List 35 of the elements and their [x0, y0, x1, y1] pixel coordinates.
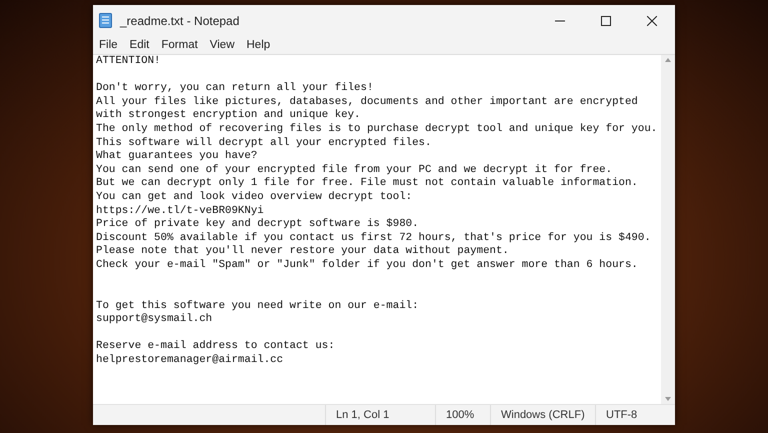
- status-text: UTF-8: [595, 405, 675, 425]
- status-text: Windows (CRLF): [490, 405, 595, 425]
- text-line: To get this software you need write on our e-mail:: [96, 300, 420, 313]
- close-icon: [647, 16, 657, 26]
- text-line: The only method of recovering files is to purchase decrypt tool and unique key for you.: [96, 122, 658, 137]
- text-line: helprestoremanager@airmail.cc: [96, 354, 284, 368]
- menu-item[interactable]: View: [204, 36, 240, 54]
- menu-item[interactable]: Format: [155, 36, 204, 54]
- text-line: Check your e-mail "Spam" or "Junk" folder if you don't get answer more than 6 hours.: [96, 258, 639, 272]
- text-line: with strongest encryption and unique key.: [96, 109, 362, 123]
- text-line: All your files like pictures, databases, documents and other important are encrypted: [96, 96, 639, 109]
- text-line: But we can decrypt only 1 file for free. File must not contain valuable information.: [96, 177, 639, 191]
- scroll-up-icon[interactable]: [665, 58, 671, 62]
- menu-item[interactable]: File: [93, 36, 124, 54]
- text-line: Reserve e-mail address to contact us:: [96, 340, 336, 354]
- window-title: _readme.txt - Notepad: [120, 12, 240, 30]
- menu-item[interactable]: Edit: [124, 36, 156, 54]
- text-line: This software will decrypt all your encrypted files.: [96, 136, 432, 150]
- text-line: You can get and look video overview decrypt tool:: [96, 190, 414, 205]
- text-line: Don't worry, you can return all your files!: [96, 82, 374, 96]
- status-text: Ln 1, Col 1: [325, 405, 435, 425]
- text-line: What guarantees you have?: [96, 150, 258, 164]
- text-line: support@sysmail.ch: [96, 313, 214, 327]
- status-text: 100%: [435, 405, 490, 425]
- text-line: ATTENTION!: [96, 55, 162, 69]
- scroll-down-icon[interactable]: [665, 397, 671, 401]
- notepad-icon: [99, 13, 112, 28]
- scrollbar[interactable]: [661, 55, 675, 404]
- text-line: Discount 50% available if you contact us first 72 hours, that's price for you is $490.: [96, 232, 652, 245]
- text-line: Price of private key and decrypt software is $980.: [96, 218, 420, 232]
- text-line: You can send one of your encrypted file from your PC and we decrypt it for free.: [96, 164, 614, 177]
- text-line: Please note that you'll never restore your data without payment.: [96, 245, 510, 259]
- menu-item[interactable]: Help: [240, 36, 276, 54]
- text-line: https://we.tl/t-veBR09KNyi: [96, 204, 265, 218]
- maximize-icon: [601, 16, 611, 26]
